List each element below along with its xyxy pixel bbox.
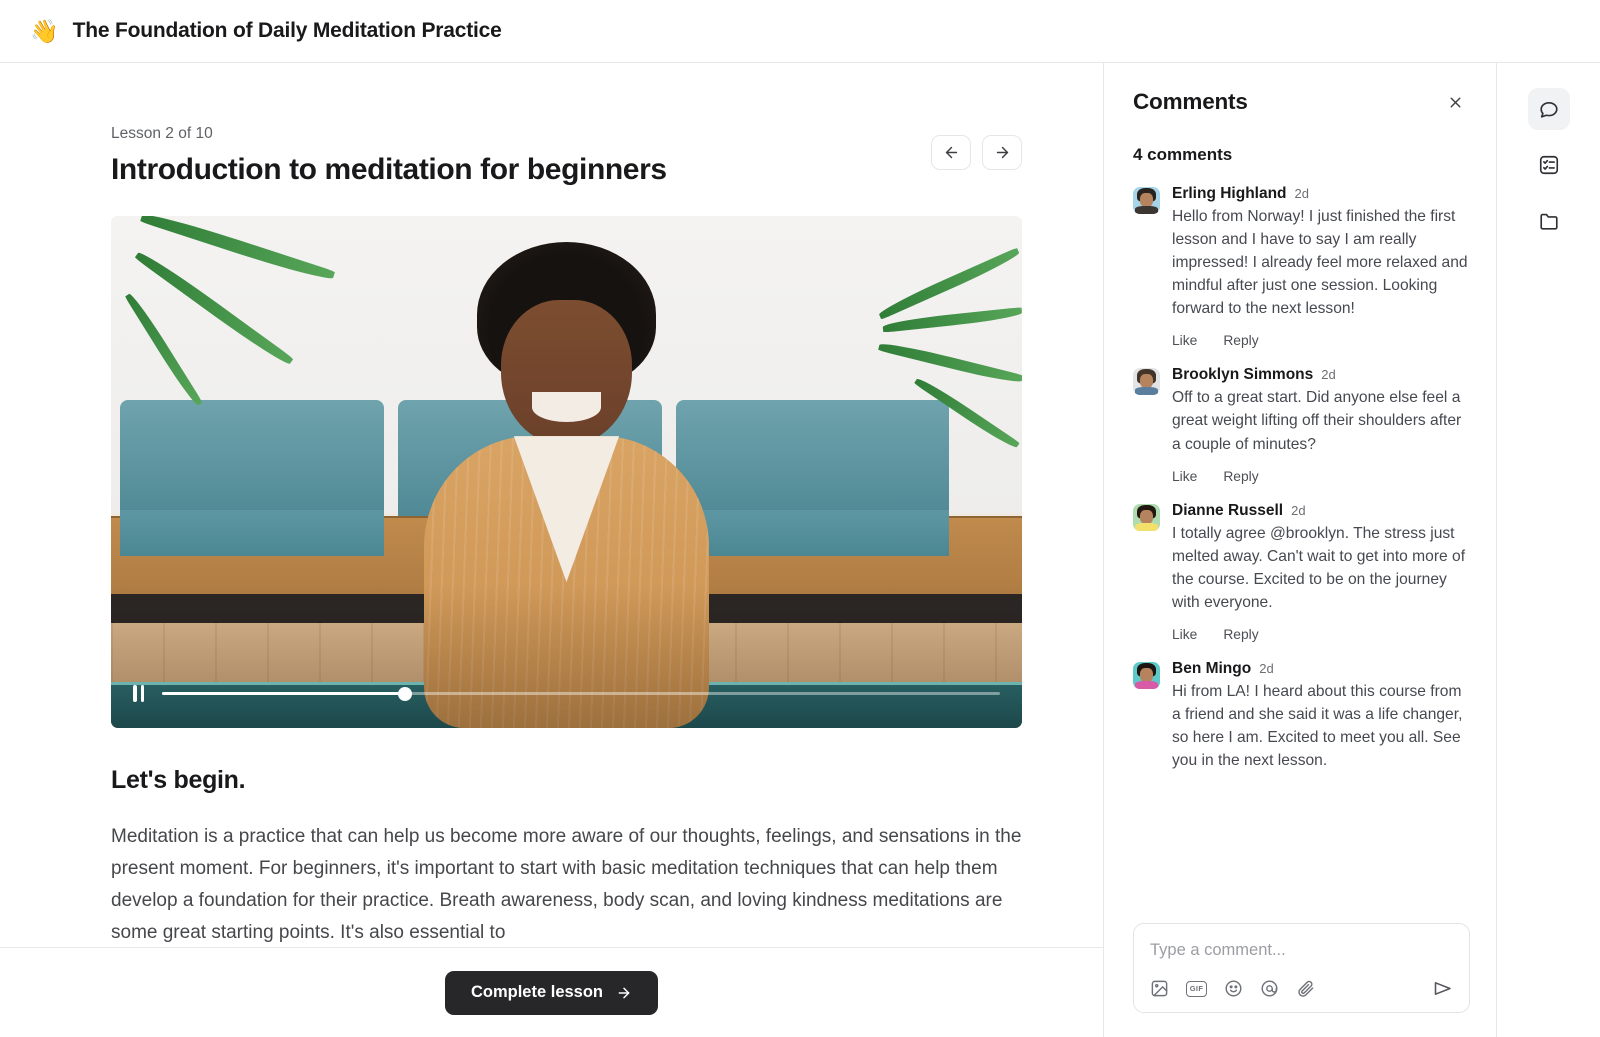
comment-item: Ben Mingo 2d Hi from LA! I heard about t… [1133,660,1470,772]
avatar [1133,187,1160,214]
comment-actions: Like Reply [1172,333,1470,348]
comment-input[interactable] [1150,941,1453,978]
comment-text: Hi from LA! I heard about this course fr… [1172,682,1463,770]
lesson-nav-buttons [931,125,1022,170]
close-comments-button[interactable] [1442,89,1468,115]
comment-timestamp: 2d [1291,502,1306,518]
comment-author: Brooklyn Simmons [1172,366,1314,384]
composer-toolbar: GIF [1150,978,1453,999]
video-controls [111,685,1022,702]
comment-list[interactable]: Erling Highland 2d Hello from Norway! I … [1104,165,1496,917]
comment-meta: Dianne Russell 2d [1172,502,1470,520]
attachment-icon[interactable] [1296,979,1315,998]
checklist-icon [1539,155,1558,175]
lesson-header: Lesson 2 of 10 Introduction to meditatio… [111,125,1022,188]
comment-composer: GIF [1133,923,1470,1013]
arrow-right-icon [618,987,630,998]
comments-count: 4 comments [1133,145,1233,164]
comment-text: Hello from Norway! I just finished the f… [1172,208,1468,318]
course-title: The Foundation of Daily Meditation Pract… [72,19,502,42]
lesson-column: Lesson 2 of 10 Introduction to meditatio… [0,63,1103,1037]
comment-timestamp: 2d [1259,660,1274,676]
like-button[interactable]: Like [1172,469,1197,484]
rail-item-tasks[interactable] [1528,144,1570,186]
comments-header: Comments [1104,63,1496,115]
comment-meta: Ben Mingo 2d [1172,660,1470,678]
comments-panel-title: Comments [1133,89,1248,114]
comment-item: Dianne Russell 2d I totally agree @brook… [1133,502,1470,642]
emoji-icon[interactable] [1224,979,1243,998]
article-heading: Let's begin. [111,766,246,794]
lesson-title: Introduction to meditation for beginners [111,153,667,186]
comment-meta: Erling Highland 2d [1172,185,1470,203]
comment-body: Dianne Russell 2d I totally agree @brook… [1172,502,1470,642]
comment-author: Dianne Russell [1172,501,1284,519]
reply-button[interactable]: Reply [1223,627,1258,642]
comment-meta: Brooklyn Simmons 2d [1172,366,1470,384]
comment-timestamp: 2d [1321,367,1336,383]
comment-body: Ben Mingo 2d Hi from LA! I heard about t… [1172,660,1470,772]
avatar [1133,661,1160,689]
avatar [1133,368,1160,396]
comment-actions: Like Reply [1172,627,1470,642]
comment-author: Erling Highland [1172,185,1287,202]
image-icon[interactable] [1150,979,1169,998]
video-progress-fill [162,691,406,696]
pause-button[interactable] [133,685,144,702]
comment-text: Off to a great start. Did anyone else fe… [1172,389,1462,453]
avatar [1133,503,1160,531]
comment-composer-wrap: GIF [1104,917,1496,1037]
comment-timestamp: 2d [1294,186,1309,201]
previous-lesson-button[interactable] [931,135,971,170]
app-root: 👋 The Foundation of Daily Meditation Pra… [0,0,1600,1037]
main-body: Lesson 2 of 10 Introduction to meditatio… [0,63,1600,1037]
lesson-scroll-area[interactable]: Lesson 2 of 10 Introduction to meditatio… [0,63,1103,1037]
top-bar: 👋 The Foundation of Daily Meditation Pra… [0,0,1600,63]
complete-lesson-label: Complete lesson [470,983,604,1001]
complete-lesson-button[interactable]: Complete lesson [444,970,659,1015]
lesson-heading-group: Lesson 2 of 10 Introduction to meditatio… [111,125,667,188]
comment-body: Brooklyn Simmons 2d Off to a great start… [1172,366,1470,483]
chat-bubble-icon [1539,101,1558,118]
like-button[interactable]: Like [1172,333,1197,348]
comment-actions: Like Reply [1172,469,1470,484]
video-progress-bar[interactable] [162,686,1000,701]
comments-panel: Comments 4 comments Erling Highland 2d H… [1103,63,1496,1037]
lesson-progress-label: Lesson 2 of 10 [111,125,213,142]
lesson-article: Let's begin. Meditation is a practice th… [111,766,1022,949]
article-paragraph: Meditation is a practice that can help u… [111,826,1022,943]
wave-emoji-icon: 👋 [30,17,59,44]
comment-author: Ben Mingo [1172,659,1252,677]
like-button[interactable]: Like [1172,627,1197,642]
next-lesson-button[interactable] [982,135,1022,170]
comment-item: Erling Highland 2d Hello from Norway! I … [1133,185,1470,348]
composer-icon-group: GIF [1150,979,1315,998]
arrow-right-icon [996,146,1008,159]
reply-button[interactable]: Reply [1223,333,1258,348]
folder-icon [1539,213,1558,230]
send-icon [1434,982,1451,995]
rail-item-files[interactable] [1528,200,1570,242]
lesson-footer-bar: Complete lesson [0,947,1103,1037]
comment-item: Brooklyn Simmons 2d Off to a great start… [1133,366,1470,484]
gif-icon[interactable]: GIF [1186,980,1207,997]
comment-text: I totally agree @brooklyn. The stress ju… [1172,524,1466,611]
right-rail [1496,63,1600,1037]
reply-button[interactable]: Reply [1223,469,1258,484]
send-comment-button[interactable] [1432,978,1453,999]
video-progress-thumb[interactable] [398,686,413,701]
close-icon [1450,97,1460,107]
mention-icon[interactable] [1260,979,1279,998]
rail-item-comments[interactable] [1527,88,1570,130]
arrow-left-icon [945,146,957,159]
comment-body: Erling Highland 2d Hello from Norway! I … [1172,185,1470,348]
video-frame-image [111,216,1022,728]
lesson-video-player[interactable] [111,216,1022,728]
